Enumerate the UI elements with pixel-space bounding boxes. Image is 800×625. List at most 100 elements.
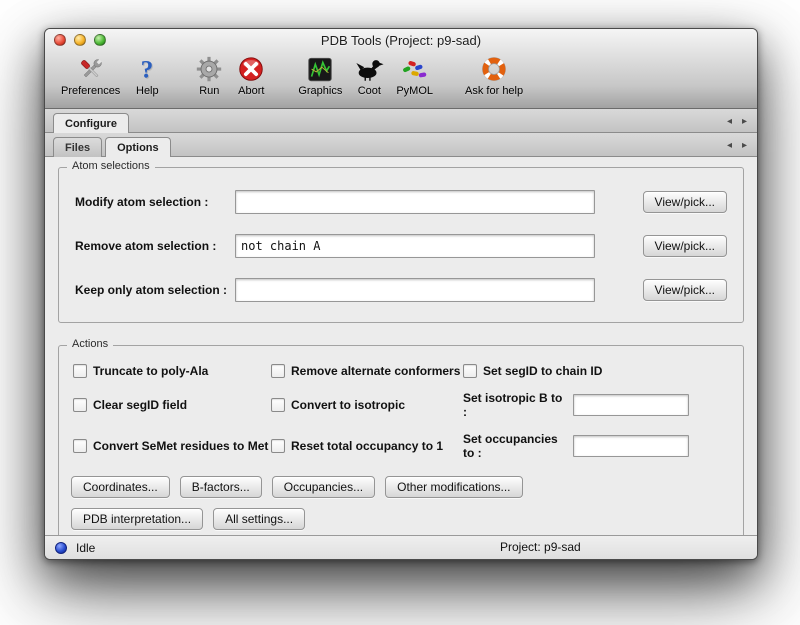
coot-label: Coot: [358, 85, 381, 97]
set-occupancies-label: Set occupancies to :: [463, 432, 567, 460]
svg-text:?: ?: [141, 55, 154, 83]
graphics-label: Graphics: [298, 85, 342, 97]
convert-isotropic-checkbox[interactable]: Convert to isotropic: [271, 391, 463, 419]
graphics-icon: [305, 54, 335, 85]
desktop: PDB Tools (Project: p9-sad): [0, 0, 800, 625]
help-label: Help: [136, 85, 159, 97]
coot-bird-icon: [354, 54, 384, 85]
modify-atom-selection-label: Modify atom selection :: [75, 195, 235, 209]
run-label: Run: [199, 85, 219, 97]
lifebuoy-icon: [479, 54, 509, 85]
reset-occupancy-checkbox[interactable]: Reset total occupancy to 1: [271, 432, 463, 460]
checkbox-icon[interactable]: [463, 364, 477, 378]
minimize-window-button[interactable]: [74, 34, 86, 46]
tab-configure-label: Configure: [65, 118, 117, 130]
help-button[interactable]: ? ? Help: [132, 54, 162, 97]
toolbar: Preferences ? ? Help: [45, 51, 757, 108]
main-tab-scroll: ◂ ▸: [727, 117, 749, 132]
keep-only-atom-selection-row: Keep only atom selection : View/pick...: [75, 278, 727, 302]
tab-files[interactable]: Files: [53, 137, 102, 157]
checkbox-icon[interactable]: [73, 439, 87, 453]
status-project: Project: p9-sad: [500, 540, 581, 554]
titlebar[interactable]: PDB Tools (Project: p9-sad): [45, 29, 757, 51]
actions-grid: Truncate to poly-Ala Remove alternate co…: [73, 364, 729, 460]
bfactors-button[interactable]: B-factors...: [180, 476, 262, 498]
set-segid-to-chain-checkbox[interactable]: Set segID to chain ID: [463, 364, 729, 378]
set-isotropic-b-field: Set isotropic B to :: [463, 391, 729, 419]
actions-group: Actions Truncate to poly-Ala Remove alte…: [58, 345, 744, 535]
keep-only-atom-selection-input[interactable]: [235, 278, 595, 302]
keep-only-atom-selection-label: Keep only atom selection :: [75, 283, 235, 297]
subtab-scroll-right-icon[interactable]: ▸: [742, 141, 747, 151]
convert-semet-checkbox[interactable]: Convert SeMet residues to Met: [73, 432, 271, 460]
reset-occupancy-label: Reset total occupancy to 1: [291, 439, 443, 453]
modify-atom-selection-input[interactable]: [235, 190, 595, 214]
pymol-label: PyMOL: [396, 85, 433, 97]
close-window-button[interactable]: [54, 34, 66, 46]
coordinates-button[interactable]: Coordinates...: [71, 476, 170, 498]
tab-scroll-right-icon[interactable]: ▸: [742, 117, 747, 127]
set-occupancies-field: Set occupancies to :: [463, 432, 729, 460]
abort-label: Abort: [238, 85, 264, 97]
tab-options[interactable]: Options: [105, 137, 171, 157]
tools-icon: [76, 54, 106, 85]
remove-atom-selection-row: Remove atom selection : View/pick...: [75, 234, 727, 258]
window-chrome: PDB Tools (Project: p9-sad): [45, 29, 757, 109]
sub-tab-scroll: ◂ ▸: [727, 141, 749, 156]
keep-view-pick-button[interactable]: View/pick...: [643, 279, 727, 301]
modify-view-pick-button[interactable]: View/pick...: [643, 191, 727, 213]
tab-files-label: Files: [65, 142, 90, 154]
graphics-button[interactable]: Graphics: [298, 54, 342, 97]
tab-configure[interactable]: Configure: [53, 113, 129, 133]
tab-scroll-left-icon[interactable]: ◂: [727, 117, 732, 127]
ask-for-help-label: Ask for help: [465, 85, 523, 97]
abort-icon: [236, 54, 266, 85]
occupancies-button[interactable]: Occupancies...: [272, 476, 375, 498]
set-segid-to-chain-label: Set segID to chain ID: [483, 364, 602, 378]
help-icon: ? ?: [132, 54, 162, 85]
checkbox-icon[interactable]: [271, 364, 285, 378]
checkbox-icon[interactable]: [73, 398, 87, 412]
pymol-button[interactable]: PyMOL: [396, 54, 433, 97]
all-settings-button[interactable]: All settings...: [213, 508, 305, 530]
set-occupancies-input[interactable]: [573, 435, 689, 457]
preferences-button[interactable]: Preferences: [61, 54, 120, 97]
ask-for-help-button[interactable]: Ask for help: [465, 54, 523, 97]
coot-button[interactable]: Coot: [354, 54, 384, 97]
window-title: PDB Tools (Project: p9-sad): [321, 33, 481, 48]
remove-view-pick-button[interactable]: View/pick...: [643, 235, 727, 257]
sub-tabbar: Files Options ◂ ▸: [45, 133, 757, 157]
checkbox-icon[interactable]: [271, 398, 285, 412]
pdb-tools-window: PDB Tools (Project: p9-sad): [44, 28, 758, 560]
atom-selections-group: Atom selections Modify atom selection : …: [58, 167, 744, 323]
status-indicator-icon: [55, 542, 67, 554]
set-isotropic-b-label: Set isotropic B to :: [463, 391, 567, 419]
remove-atom-selection-label: Remove atom selection :: [75, 239, 235, 253]
status-state: Idle: [76, 541, 95, 555]
set-isotropic-b-input[interactable]: [573, 394, 689, 416]
tab-options-label: Options: [117, 142, 159, 154]
checkbox-icon[interactable]: [271, 439, 285, 453]
abort-button[interactable]: Abort: [236, 54, 266, 97]
clear-segid-checkbox[interactable]: Clear segID field: [73, 391, 271, 419]
clear-segid-label: Clear segID field: [93, 398, 187, 412]
actions-group-title: Actions: [67, 338, 113, 350]
pymol-icon: [400, 54, 430, 85]
atom-selections-group-title: Atom selections: [67, 160, 155, 172]
pdb-interpretation-button[interactable]: PDB interpretation...: [71, 508, 203, 530]
options-panel: Atom selections Modify atom selection : …: [45, 157, 757, 535]
status-bar: Idle Project: p9-sad: [45, 535, 757, 559]
gear-icon: [194, 54, 224, 85]
convert-semet-label: Convert SeMet residues to Met: [93, 439, 268, 453]
modify-atom-selection-row: Modify atom selection : View/pick...: [75, 190, 727, 214]
truncate-poly-ala-checkbox[interactable]: Truncate to poly-Ala: [73, 364, 271, 378]
actions-button-row-2: PDB interpretation... All settings...: [71, 508, 731, 530]
remove-alternate-conformers-checkbox[interactable]: Remove alternate conformers: [271, 364, 463, 378]
run-button[interactable]: Run: [194, 54, 224, 97]
subtab-scroll-left-icon[interactable]: ◂: [727, 141, 732, 151]
truncate-poly-ala-label: Truncate to poly-Ala: [93, 364, 208, 378]
zoom-window-button[interactable]: [94, 34, 106, 46]
checkbox-icon[interactable]: [73, 364, 87, 378]
other-modifications-button[interactable]: Other modifications...: [385, 476, 522, 498]
remove-atom-selection-input[interactable]: [235, 234, 595, 258]
